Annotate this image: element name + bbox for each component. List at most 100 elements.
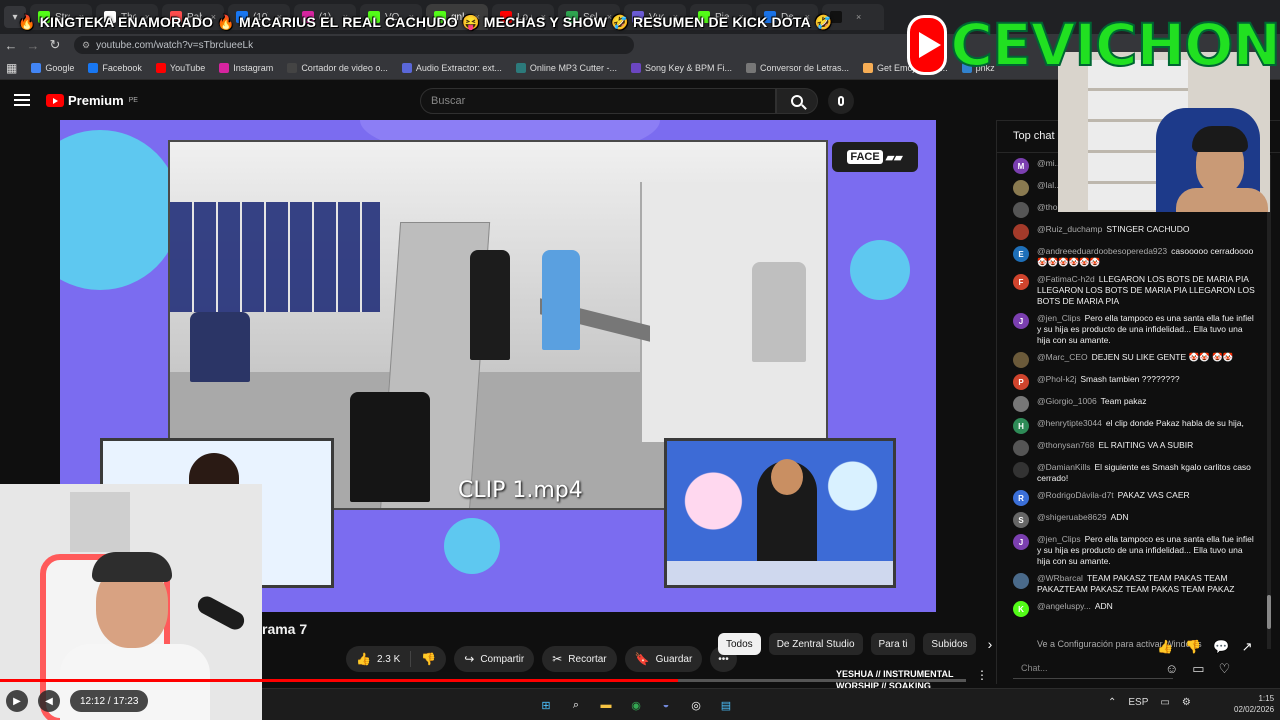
menu-icon[interactable] <box>14 94 30 106</box>
windows-start-icon[interactable]: ⊞ <box>536 695 556 715</box>
chat-input[interactable]: Chat... <box>1013 657 1173 679</box>
url-field[interactable]: ⚙ youtube.com/watch?v=sTbrclueeLk <box>74 36 634 54</box>
obs-icon[interactable]: ◎ <box>686 695 706 715</box>
avatar[interactable] <box>1013 440 1029 456</box>
chat-message[interactable]: J @jen_Clips Pero ella tampoco es una sant… <box>997 531 1267 570</box>
discord-icon[interactable]: ◒ <box>656 695 676 715</box>
network-icon[interactable]: ▭ <box>1160 697 1169 708</box>
chat-message[interactable]: @thonysan768 EL RAITING VA A SUBIR <box>997 437 1267 459</box>
file-explorer-icon[interactable]: ▬ <box>596 695 616 715</box>
chat-author[interactable]: @Marc_CEO <box>1037 352 1088 362</box>
chat-author[interactable]: @FatimaC-h2d <box>1037 274 1095 284</box>
avatar[interactable] <box>1013 462 1029 478</box>
close-tab-icon[interactable]: × <box>856 12 861 22</box>
volume-button[interactable]: ◀ <box>38 690 60 712</box>
chat-message[interactable]: P @Phol-k2j Smash tambien ???????? <box>997 371 1267 393</box>
chat-message[interactable]: @DamianKills El siguiente es Smash kgalo … <box>997 459 1267 487</box>
site-info-icon[interactable]: ⚙ <box>82 40 90 51</box>
video-progress-bar[interactable] <box>0 679 966 682</box>
like-button[interactable]: 👍 2.3 K <box>346 646 410 672</box>
reload-icon[interactable]: ↻ <box>44 37 66 53</box>
chat-message[interactable]: K @angeluspy... ADN <box>997 598 1267 620</box>
bookmark-item[interactable]: YouTube <box>155 62 205 73</box>
clip-button[interactable]: ✂ Recortar <box>542 646 617 672</box>
avatar[interactable]: F <box>1013 274 1029 290</box>
chat-message[interactable]: R @RodrigoDávila-d7t PAKAZ VAS CAER <box>997 487 1267 509</box>
avatar[interactable]: H <box>1013 418 1029 434</box>
chat-message[interactable]: @Giorgio_1006 Team pakaz <box>997 393 1267 415</box>
chat-scrollbar[interactable] <box>1267 155 1271 649</box>
share-button[interactable]: ↪ Compartir <box>454 646 535 672</box>
avatar[interactable] <box>1013 202 1029 218</box>
filter-chip[interactable]: De Zentral Studio <box>768 633 863 655</box>
chat-message[interactable]: @Marc_CEO DEJEN SU LIKE GENTE 🤡🤡 🤡🤡 <box>997 349 1267 371</box>
chat-author[interactable]: @andreeeduardoobesoperedа923 <box>1037 246 1167 256</box>
chat-author[interactable]: @Phol-k2j <box>1037 374 1076 384</box>
play-button[interactable]: ▶ <box>6 690 28 712</box>
avatar[interactable] <box>1013 224 1029 240</box>
bookmark-item[interactable]: Online MP3 Cutter -... <box>515 62 617 73</box>
chat-message[interactable]: J @jen_Clips Pero ella tampoco es una sant… <box>997 310 1267 349</box>
avatar[interactable]: R <box>1013 490 1029 506</box>
chat-scrollbar-thumb[interactable] <box>1267 595 1271 629</box>
avatar[interactable]: K <box>1013 601 1029 617</box>
bookmark-item[interactable]: Cortador de video o... <box>287 62 388 73</box>
avatar[interactable] <box>1013 180 1029 196</box>
search-input[interactable]: Buscar <box>420 88 776 114</box>
bookmark-item[interactable]: Instagram <box>219 62 273 73</box>
bookmark-item[interactable]: Audio Extractor: ext... <box>401 62 502 73</box>
voice-search-button[interactable] <box>828 88 854 114</box>
chat-author[interactable]: @jen_Clips <box>1037 534 1081 544</box>
bookmark-item[interactable]: Google <box>31 62 74 73</box>
avatar[interactable]: M <box>1013 158 1029 174</box>
filter-chip[interactable]: Todos <box>718 633 761 655</box>
save-button[interactable]: 🔖 Guardar <box>624 646 703 672</box>
bookmark-item[interactable]: Conversor de Letras... <box>746 62 849 73</box>
like-icon[interactable]: 👍 <box>1157 639 1173 655</box>
system-clock[interactable]: 1:15 02/02/2026 <box>1234 693 1274 715</box>
notepad-icon[interactable]: ▤ <box>716 695 736 715</box>
share-icon[interactable]: ↗ <box>1242 639 1253 655</box>
youtube-logo[interactable]: Premium PE <box>46 93 138 108</box>
chat-message[interactable]: @Ruiz_duchamp STINGER CACHUDO <box>997 221 1267 243</box>
chat-author[interactable]: @shigeruabe8629 <box>1037 512 1107 522</box>
chat-message[interactable]: E @andreeeduardoobesoperedа923 casooooo ce… <box>997 243 1267 271</box>
filter-chip[interactable]: Subidos <box>923 633 976 655</box>
avatar[interactable]: P <box>1013 374 1029 390</box>
dislike-button[interactable]: 👎 <box>411 646 446 672</box>
back-icon[interactable]: ← <box>0 38 22 53</box>
chat-author[interactable]: @Giorgio_1006 <box>1037 396 1097 406</box>
forward-icon[interactable]: → <box>22 38 44 53</box>
avatar[interactable] <box>1013 573 1029 589</box>
chat-author[interactable]: @DamianKills <box>1037 462 1091 472</box>
chevron-right-icon[interactable]: › <box>988 636 993 652</box>
avatar[interactable]: J <box>1013 534 1029 550</box>
settings-icon[interactable]: ⚙ <box>1182 697 1191 708</box>
avatar[interactable] <box>1013 352 1029 368</box>
chat-author[interactable]: @jen_Clips <box>1037 313 1081 323</box>
dislike-icon[interactable]: 👎 <box>1185 639 1201 655</box>
avatar[interactable]: J <box>1013 313 1029 329</box>
apps-icon[interactable]: ▦ <box>6 61 17 75</box>
heart-icon[interactable]: ♡ <box>1219 661 1231 677</box>
chrome-icon[interactable]: ◉ <box>626 695 646 715</box>
chat-author[interactable]: @WRbarcal <box>1037 573 1083 583</box>
chat-message[interactable]: @WRbarcal TEAM PAKASZ TEAM PAKAS TEAM PAK… <box>997 570 1267 598</box>
avatar[interactable]: S <box>1013 512 1029 528</box>
chat-author[interactable]: @henrytipte3044 <box>1037 418 1102 428</box>
emoji-icon[interactable]: ☺ <box>1165 661 1178 677</box>
chat-author[interactable]: @thonysan768 <box>1037 440 1094 450</box>
chat-message[interactable]: F @FatimaC-h2d LLEGARON LOS BOTS DE MARIA … <box>997 271 1267 310</box>
comment-icon[interactable]: 💬 <box>1213 639 1229 655</box>
more-options-icon[interactable]: ⋮ <box>976 668 988 682</box>
filter-chip[interactable]: Para ti <box>870 633 916 655</box>
avatar[interactable]: E <box>1013 246 1029 262</box>
super-chat-icon[interactable]: ▭ <box>1192 661 1204 677</box>
search-button[interactable] <box>776 88 818 114</box>
chat-message[interactable]: S @shigeruabe8629 ADN <box>997 509 1267 531</box>
chat-author[interactable]: @RodrigoDávila-d7t <box>1037 490 1114 500</box>
chat-author[interactable]: @Ruiz_duchamp <box>1037 224 1102 234</box>
avatar[interactable] <box>1013 396 1029 412</box>
bookmark-item[interactable]: Song Key & BPM Fi... <box>630 62 732 73</box>
bookmark-item[interactable]: Facebook <box>88 62 142 73</box>
